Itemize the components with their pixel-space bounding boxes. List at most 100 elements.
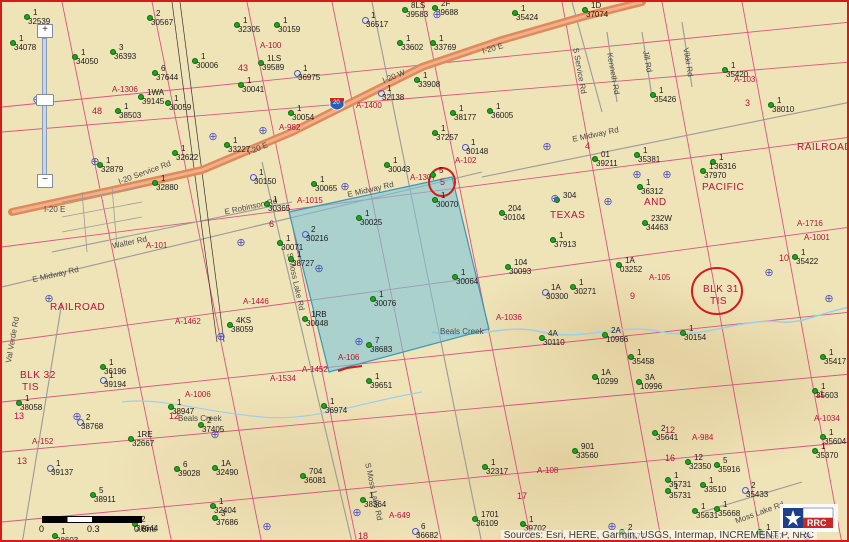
well-api-label: 37074 [586,10,609,19]
survey-label-blk32: BLK 32 [20,370,56,381]
abstract-label: A-108 [537,466,559,475]
section-number: 3 [745,98,751,108]
well-api-label: 34050 [76,57,99,66]
plugged-well-icon[interactable]: ⊕ [44,294,54,305]
plugged-well-icon[interactable]: ⊕ [72,412,82,423]
zoom-in-button[interactable]: + [37,24,53,38]
well-id-label: 1WA [147,88,165,97]
plugged-well-icon[interactable]: ⊕ [90,157,100,168]
plugged-well-icon[interactable]: ⊕ [314,264,324,275]
well-api-label: 30150 [254,177,277,186]
well-api-label: 38059 [231,325,254,334]
plugged-well-icon[interactable]: ⊕ [824,294,834,305]
well-id-label: 3A [645,373,655,382]
zoom-slider-track[interactable] [42,38,47,182]
well-marker-icon[interactable] [430,172,436,178]
plugged-well-icon[interactable]: ⊕ [210,430,220,441]
zoom-slider-handle[interactable] [36,94,54,106]
rrc-logo-icon: RRC [780,504,838,532]
well-api-label: 37257 [436,133,459,142]
plugged-well-icon[interactable]: ⊕ [340,182,350,193]
well-api-label: 38010 [772,105,795,114]
scale-label-mid: 0.3 [87,524,100,534]
svg-text:RRC: RRC [807,518,827,528]
well-id-label: 1 [297,104,302,113]
well-id-label: 1 [109,371,114,380]
well-api-label: 39651 [370,381,393,390]
well-api-label: 38177 [454,113,477,122]
well-api-label: 30006 [196,61,219,70]
well-id-label: 1 [529,515,534,524]
well-api-label: 39211 [596,159,618,168]
well-id-label: 1 [579,278,584,287]
plugged-well-icon[interactable]: ⊕ [632,170,642,181]
abstract-label: A-102 [455,156,477,165]
well-api-label: 33602 [401,43,424,52]
plugged-well-icon[interactable]: ⊕ [603,197,613,208]
well-id-label: 1 [646,178,651,187]
survey-label-railroad-east: RAILROAD [797,142,849,153]
well-api-label: 30093 [509,267,532,276]
well-id-label: 1 [496,102,501,111]
well-api-label: 32490 [216,468,239,477]
well-id-label: 1 [283,16,288,25]
well-id-label: 1 [459,104,464,113]
well-api-label: 30104 [503,213,526,222]
section-number: 4 [585,141,591,151]
well-id-label: 1 [777,96,782,105]
plugged-well-icon[interactable]: ⊕ [262,522,272,533]
map-view[interactable]: RAILROAD RAILROAD TEXAS AND PACIFIC BLK … [0,0,849,542]
well-api-label: 39137 [51,468,74,477]
well-api-label: 30048 [306,319,329,328]
plugged-well-icon[interactable]: ⊕ [432,10,442,21]
well-api-label: 10996 [640,382,663,391]
well-id-label: 1 [709,476,714,485]
well-api-label: 38683 [370,345,393,354]
plugged-well-icon[interactable]: ⊕ [236,238,246,249]
well-id-label: 6 [161,64,166,73]
well-id-label: 2 [311,225,316,234]
abstract-label: A-1034 [814,414,840,423]
well-id-label: 01 [601,150,610,159]
well-id-label: 1 [61,527,66,536]
well-id-label: 1 [297,250,302,259]
well-id-label: 1 [109,358,114,367]
plugged-well-icon[interactable]: ⊕ [216,332,226,343]
well-id-label: 1 [461,268,466,277]
well-id-label: 1 [371,11,376,20]
well-id-label: 1 [330,397,335,406]
plugged-well-icon[interactable]: ⊕ [764,268,774,279]
well-api-label: 32138 [382,93,405,102]
plugged-well-icon[interactable]: ⊕ [352,508,362,519]
well-id-label: 1A [601,368,611,377]
plugged-well-icon[interactable]: ⊕ [550,194,560,205]
map-attribution: Sources: Esri, HERE, Garmin, USGS, Inter… [500,530,817,540]
survey-label-texas: TEXAS [550,210,586,221]
abstract-label: A-1001 [804,233,830,242]
well-api-label: 35458 [632,357,655,366]
well-api-label: 36005 [491,111,514,120]
road-label-i20e: I-20 E [44,205,66,214]
plugged-well-icon[interactable]: ⊕ [258,126,268,137]
well-id-label: 1 [243,16,248,25]
well-id-label: 1 [365,209,370,218]
section-number: 13 [14,411,25,421]
well-id-label: 1 [821,382,826,391]
plugged-well-icon[interactable]: ⊕ [662,170,672,181]
well-id-label: 7 [375,336,380,345]
well-api-label: 39194 [104,380,127,389]
well-id-label: 1 [723,500,728,509]
well-api-label: 30300 [546,292,569,301]
plugged-well-icon[interactable]: ⊕ [542,142,552,153]
well-id-label: 1A [625,256,635,265]
survey-label-pacific: PACIFIC [702,182,745,193]
abstract-label: A-1015 [297,196,323,205]
well-id-label: 1 [674,471,679,480]
well-api-label: 32317 [486,467,509,476]
well-id-label: 1 [369,491,374,500]
well-api-label: 30110 [543,338,565,347]
survey-label-blk31-tis: TIS [710,296,728,307]
plugged-well-icon[interactable]: ⊕ [208,132,218,143]
plugged-well-icon[interactable]: ⊕ [354,337,364,348]
zoom-out-button[interactable]: − [37,174,53,188]
